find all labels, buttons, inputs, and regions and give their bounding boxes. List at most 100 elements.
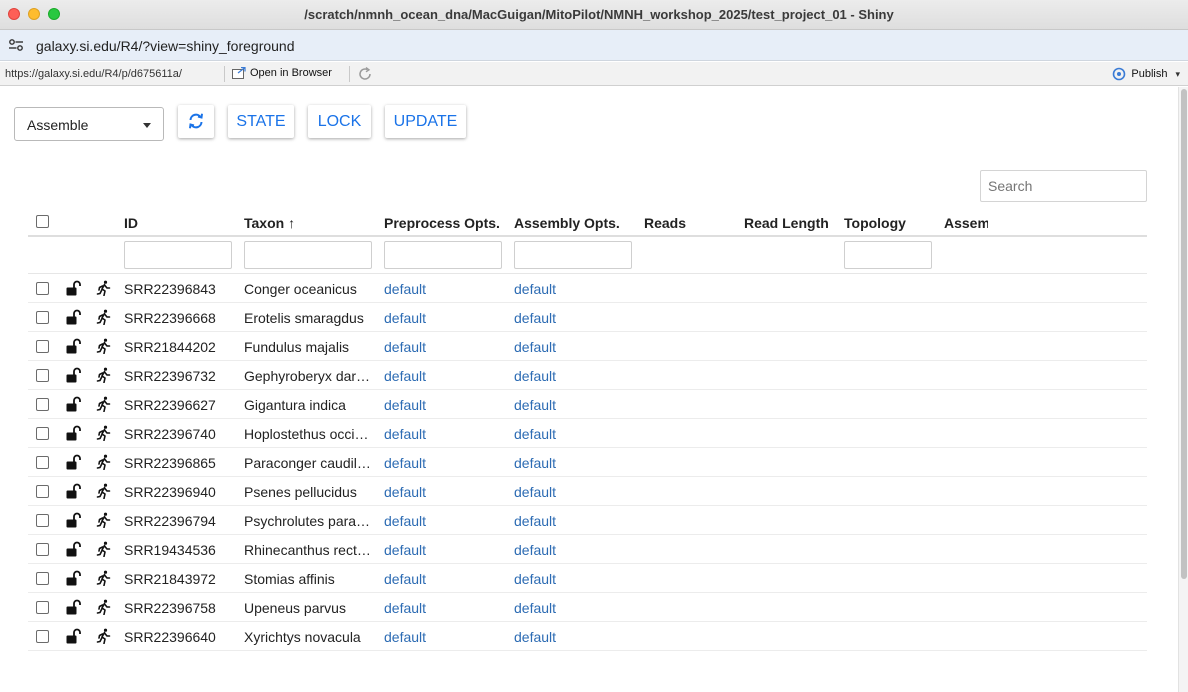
column-header-preprocess[interactable]: Preprocess Opts. <box>384 215 500 231</box>
assembly-opts-link[interactable]: default <box>514 571 556 587</box>
preprocess-opts-link[interactable]: default <box>384 571 426 587</box>
row-checkbox[interactable] <box>36 340 49 353</box>
assembly-opts-link[interactable]: default <box>514 426 556 442</box>
lock-open-icon[interactable] <box>65 512 81 528</box>
url-text[interactable]: galaxy.si.edu/R4/?view=shiny_foreground <box>36 38 295 54</box>
preprocess-opts-link[interactable]: default <box>384 426 426 442</box>
filter-input-assembly[interactable] <box>514 241 632 269</box>
table-row[interactable]: SRR22396740 Hoplostethus occi… default defa… <box>28 419 1147 448</box>
lock-open-icon[interactable] <box>65 454 81 470</box>
assembly-opts-link[interactable]: default <box>514 368 556 384</box>
table-row[interactable]: SRR22396794 Psychrolutes para… default defa… <box>28 506 1147 535</box>
update-button[interactable]: UPDATE <box>385 105 466 138</box>
filter-input-topology[interactable] <box>844 241 932 269</box>
select-all-checkbox[interactable] <box>36 215 49 228</box>
lock-open-icon[interactable] <box>65 396 81 412</box>
table-row[interactable]: SRR21844202 Fundulus majalis default defaul… <box>28 332 1147 361</box>
preprocess-opts-link[interactable]: default <box>384 281 426 297</box>
lock-open-icon[interactable] <box>65 367 81 383</box>
row-checkbox[interactable] <box>36 543 49 556</box>
lock-open-icon[interactable] <box>65 280 81 296</box>
row-checkbox[interactable] <box>36 369 49 382</box>
publish-button[interactable]: Publish ▾ <box>1111 67 1180 81</box>
column-header-assembly[interactable]: Assembly Opts. <box>514 215 620 231</box>
lock-open-icon[interactable] <box>65 541 81 557</box>
scrollbar[interactable] <box>1178 87 1188 692</box>
filter-row <box>28 237 1147 274</box>
filter-input-taxon[interactable] <box>244 241 372 269</box>
viewer-url[interactable]: https://galaxy.si.edu/R4/p/d675611a/ <box>5 68 182 80</box>
row-checkbox[interactable] <box>36 572 49 585</box>
row-checkbox[interactable] <box>36 398 49 411</box>
table-row[interactable]: SRR22396732 Gephyroberyx dar… default defau… <box>28 361 1147 390</box>
preprocess-opts-link[interactable]: default <box>384 629 426 645</box>
cell-id: SRR19434536 <box>124 542 216 558</box>
cell-taxon: Fundulus majalis <box>244 339 350 355</box>
table-row[interactable]: SRR22396640 Xyrichtys novacula default defa… <box>28 622 1147 651</box>
state-button[interactable]: STATE <box>228 105 294 138</box>
lock-open-icon[interactable] <box>65 309 81 325</box>
lock-open-icon[interactable] <box>65 599 81 615</box>
row-checkbox[interactable] <box>36 514 49 527</box>
open-in-browser-button[interactable]: Open in Browser <box>232 67 332 79</box>
assembly-opts-link[interactable]: default <box>514 600 556 616</box>
table-row[interactable]: SRR22396843 Conger oceanicus default defaul… <box>28 274 1147 303</box>
assembly-opts-link[interactable]: default <box>514 397 556 413</box>
search-input[interactable] <box>980 170 1147 202</box>
preprocess-opts-link[interactable]: default <box>384 310 426 326</box>
cell-taxon: Paraconger caudil… <box>244 455 371 471</box>
lock-open-icon[interactable] <box>65 628 81 644</box>
row-checkbox[interactable] <box>36 282 49 295</box>
table-row[interactable]: SRR22396668 Erotelis smaragdus default defa… <box>28 303 1147 332</box>
mode-select[interactable]: Assemble <box>14 107 164 141</box>
filter-input-preprocess[interactable] <box>384 241 502 269</box>
assembly-opts-link[interactable]: default <box>514 484 556 500</box>
assembly-opts-link[interactable]: default <box>514 629 556 645</box>
publish-icon <box>1113 67 1126 81</box>
row-checkbox[interactable] <box>36 601 49 614</box>
row-checkbox[interactable] <box>36 485 49 498</box>
lock-open-icon[interactable] <box>65 425 81 441</box>
column-header-id[interactable]: ID <box>124 215 138 231</box>
assembly-opts-link[interactable]: default <box>514 281 556 297</box>
column-header-assembly-status[interactable]: Assem <box>944 215 988 231</box>
refresh-button[interactable] <box>178 105 214 138</box>
table-row[interactable]: SRR22396865 Paraconger caudil… default defa… <box>28 448 1147 477</box>
table-row[interactable]: SRR22396758 Upeneus parvus default default <box>28 593 1147 622</box>
assembly-opts-link[interactable]: default <box>514 513 556 529</box>
refresh-icon[interactable] <box>357 66 373 82</box>
scrollbar-thumb[interactable] <box>1181 89 1187 579</box>
cell-id: SRR22396740 <box>124 426 216 442</box>
assembly-opts-link[interactable]: default <box>514 339 556 355</box>
table-row[interactable]: SRR22396940 Psenes pellucidus default defau… <box>28 477 1147 506</box>
row-checkbox[interactable] <box>36 630 49 643</box>
row-checkbox[interactable] <box>36 456 49 469</box>
lock-open-icon[interactable] <box>65 570 81 586</box>
assembly-opts-link[interactable]: default <box>514 542 556 558</box>
preprocess-opts-link[interactable]: default <box>384 455 426 471</box>
column-header-topology[interactable]: Topology <box>844 215 906 231</box>
filter-input-id[interactable] <box>124 241 232 269</box>
preprocess-opts-link[interactable]: default <box>384 513 426 529</box>
lock-open-icon[interactable] <box>65 338 81 354</box>
preprocess-opts-link[interactable]: default <box>384 484 426 500</box>
column-header-read-length[interactable]: Read Length <box>744 215 829 231</box>
site-settings-icon[interactable] <box>8 38 24 52</box>
table-row[interactable]: SRR19434536 Rhinecanthus rect… default defa… <box>28 535 1147 564</box>
table-row[interactable]: SRR22396627 Gigantura indica default defaul… <box>28 390 1147 419</box>
preprocess-opts-link[interactable]: default <box>384 339 426 355</box>
table-row[interactable]: SRR21843972 Stomias affinis default default <box>28 564 1147 593</box>
column-header-reads[interactable]: Reads <box>644 215 686 231</box>
assembly-opts-link[interactable]: default <box>514 310 556 326</box>
row-checkbox[interactable] <box>36 311 49 324</box>
lock-open-icon[interactable] <box>65 483 81 499</box>
preprocess-opts-link[interactable]: default <box>384 600 426 616</box>
assembly-opts-link[interactable]: default <box>514 455 556 471</box>
preprocess-opts-link[interactable]: default <box>384 368 426 384</box>
chevron-down-icon[interactable]: ▾ <box>1175 69 1180 80</box>
preprocess-opts-link[interactable]: default <box>384 397 426 413</box>
lock-button[interactable]: LOCK <box>308 105 371 138</box>
column-header-taxon[interactable]: Taxon ↑ <box>244 215 295 231</box>
preprocess-opts-link[interactable]: default <box>384 542 426 558</box>
row-checkbox[interactable] <box>36 427 49 440</box>
